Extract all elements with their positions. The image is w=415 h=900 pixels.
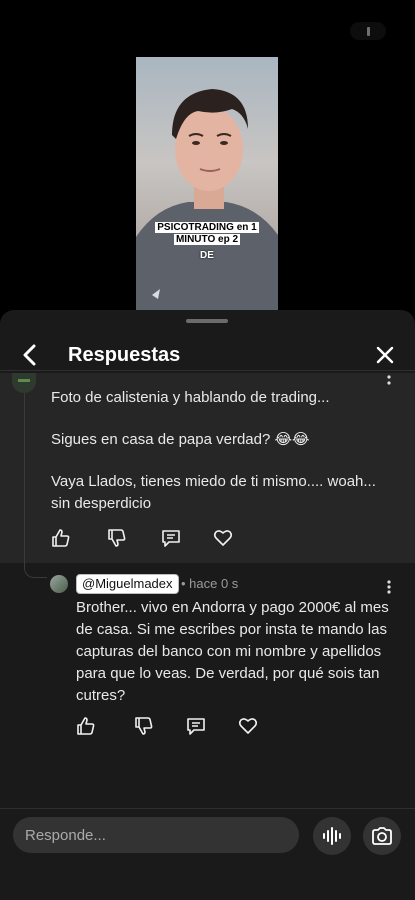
video-options-button[interactable] <box>350 22 386 40</box>
voice-icon <box>323 827 341 845</box>
dislike-button[interactable] <box>106 527 128 549</box>
avatar[interactable] <box>12 373 36 393</box>
composer-divider <box>0 808 415 809</box>
chevron-left-icon <box>23 344 36 366</box>
drag-handle[interactable] <box>186 319 228 323</box>
reply-text: Brother... vivo en Andorra y pago 2000€ … <box>76 599 389 704</box>
reply-timestamp: • hace 0 s <box>181 576 239 591</box>
header-divider <box>0 370 415 371</box>
like-button[interactable] <box>50 527 72 549</box>
comment-icon <box>187 718 205 735</box>
thumbs-up-icon <box>52 529 70 547</box>
thumbs-down-icon <box>135 717 153 735</box>
comment-paragraph: Vaya Llados, tienes miedo de ti mismo...… <box>51 473 376 512</box>
comment-paragraph: Foto de calistenia y hablando de trading… <box>51 389 330 406</box>
dislike-button[interactable] <box>133 715 155 737</box>
thread-line <box>24 393 25 563</box>
panel-header: Respuestas <box>0 332 415 378</box>
more-icon <box>366 26 370 36</box>
like-button[interactable] <box>75 715 97 737</box>
voice-button[interactable] <box>313 817 351 855</box>
caption-word: DE <box>200 250 214 261</box>
comment-text: Foto de calistenia y hablando de trading… <box>51 387 391 515</box>
reply-button[interactable] <box>185 715 207 737</box>
comment-paragraph: Sigues en casa de papa verdad? 😂😂 <box>51 431 310 448</box>
reply-button[interactable] <box>160 527 182 549</box>
heart-icon <box>213 530 233 546</box>
thread-connector <box>24 563 47 578</box>
replies-panel: Respuestas Foto de calistenia y hablando… <box>0 310 415 900</box>
comment-icon <box>162 530 180 547</box>
camera-button[interactable] <box>363 817 401 855</box>
heart-button[interactable] <box>212 527 234 549</box>
video-thumbnail[interactable]: PSICOTRADING en 1 MINUTO ep 2 DE <box>136 57 278 319</box>
caption-line-2: MINUTO ep 2 <box>173 234 241 245</box>
caption-line-1: PSICOTRADING en 1 <box>155 222 259 233</box>
video-area[interactable]: PSICOTRADING en 1 MINUTO ep 2 DE <box>0 0 415 330</box>
panel-title: Respuestas <box>68 344 181 366</box>
thumbs-down-icon <box>108 529 126 547</box>
person-illustration <box>136 89 278 319</box>
heart-button[interactable] <box>237 715 259 737</box>
reply-input[interactable] <box>13 817 299 853</box>
camera-icon <box>372 827 392 845</box>
video-caption: PSICOTRADING en 1 MINUTO ep 2 DE <box>144 222 270 262</box>
close-icon <box>376 346 394 364</box>
close-button[interactable] <box>372 342 398 368</box>
parent-comment: Foto de calistenia y hablando de trading… <box>0 373 415 563</box>
more-options-icon[interactable] <box>383 375 395 387</box>
reply-username[interactable]: @Miguelmadex <box>76 574 179 594</box>
heart-icon <box>238 718 258 734</box>
avatar[interactable] <box>50 575 68 593</box>
back-button[interactable] <box>16 340 42 370</box>
more-options-icon[interactable] <box>383 580 395 594</box>
thumbs-up-icon <box>77 717 95 735</box>
